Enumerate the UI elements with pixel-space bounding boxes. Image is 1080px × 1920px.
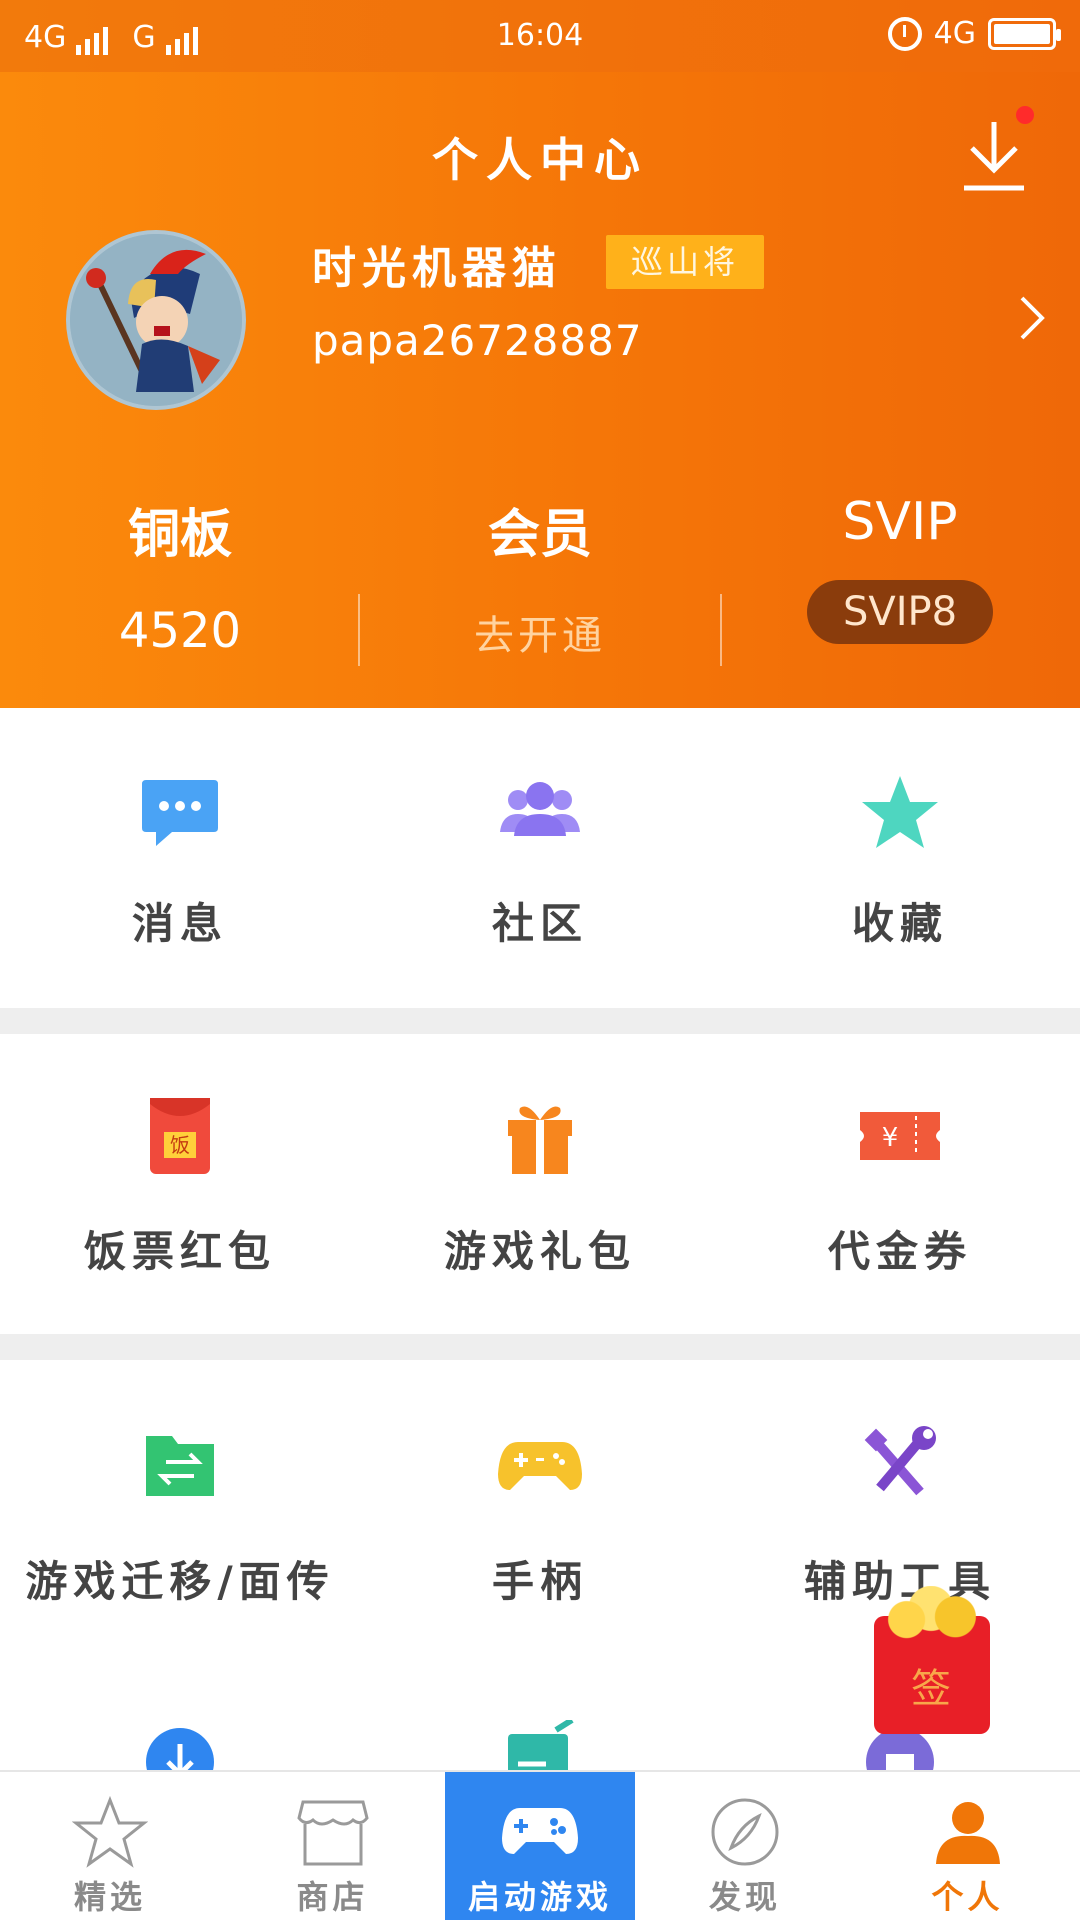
member-action[interactable]: 去开通 <box>390 603 690 661</box>
compass-icon <box>711 1798 779 1866</box>
bottom-nav: 精选 商店 启动游戏 发现 个人 <box>0 1770 1080 1920</box>
sign-in-label: 签 <box>911 1666 951 1712</box>
download-icon[interactable] <box>962 118 1026 194</box>
system-indicators: 4G <box>887 16 1061 51</box>
profile-header: 个人中心 时光机器猫 巡山将 papa26728887 铜板 4520 会员 去… <box>0 72 1080 708</box>
grid-item-gamepad[interactable]: 手柄 <box>360 1424 720 1609</box>
rank-badge: 巡山将 <box>606 235 764 289</box>
grid-item-game-gift[interactable]: 游戏礼包 <box>360 1094 720 1279</box>
grid-item-partial-download[interactable] <box>0 1720 360 1770</box>
grid-label: 手柄 <box>491 1557 588 1606</box>
username: 时光机器猫 <box>312 243 562 294</box>
grid-label: 消息 <box>131 899 228 948</box>
alarm-icon <box>887 16 922 51</box>
transfer-icon <box>146 1436 214 1496</box>
nav-item-featured[interactable]: 精选 <box>0 1772 220 1920</box>
nav-item-store[interactable]: 商店 <box>220 1772 445 1920</box>
user-id: papa26728887 <box>312 316 643 365</box>
star-outline-icon <box>72 1795 148 1868</box>
grid-label: 收藏 <box>851 899 948 948</box>
edit-card-icon <box>508 1720 574 1770</box>
nav-item-launch-game[interactable]: 启动游戏 <box>445 1772 635 1920</box>
nav-item-discover[interactable]: 发现 <box>635 1772 855 1920</box>
gamepad-icon <box>502 1808 578 1854</box>
svip-stat[interactable]: SVIP SVIP8 <box>750 492 1050 644</box>
divider <box>720 594 722 666</box>
community-icon <box>500 782 580 836</box>
battery-icon <box>988 17 1061 50</box>
status-bar: 4G G 16:04 4G <box>0 0 1080 72</box>
coins-value: 4520 <box>118 603 242 659</box>
sign-in-float-button[interactable]: 签 <box>870 1586 992 1736</box>
grid-label: 代金券 <box>827 1227 972 1276</box>
grid-item-meal-voucher[interactable]: 饭 饭票红包 <box>0 1094 360 1279</box>
grid-item-favorites[interactable]: 收藏 <box>720 770 1080 951</box>
nav-label: 启动游戏 <box>467 1878 612 1916</box>
nav-label: 精选 <box>73 1878 146 1916</box>
section-divider <box>0 1334 1080 1360</box>
store-icon <box>296 1800 369 1866</box>
nav-label: 商店 <box>296 1878 369 1916</box>
notification-dot <box>1016 106 1034 124</box>
shortcut-section-1: 消息 社区 收藏 <box>0 708 1080 1008</box>
grid-item-tools[interactable]: 辅助工具 <box>720 1424 1080 1609</box>
coupon-icon: ¥ <box>860 1112 940 1160</box>
download-circle-icon <box>146 1728 214 1770</box>
grid-item-game-transfer[interactable]: 游戏迁移/面传 <box>0 1424 360 1609</box>
grid-label: 饭票红包 <box>83 1227 276 1276</box>
page-title: 个人中心 <box>432 133 648 187</box>
grid-item-partial-edit[interactable] <box>360 1720 720 1770</box>
gamepad-icon <box>498 1442 582 1490</box>
star-icon <box>862 776 938 848</box>
grid-item-messages[interactable]: 消息 <box>0 770 360 951</box>
avatar[interactable] <box>66 230 246 410</box>
nav-item-profile[interactable]: 个人 <box>855 1772 1080 1920</box>
member-label: 会员 <box>487 505 592 565</box>
coins-stat[interactable]: 铜板 4520 <box>30 492 330 659</box>
network-type-right: 4G <box>933 16 976 51</box>
grid-label: 游戏礼包 <box>443 1227 636 1276</box>
nav-label: 个人 <box>931 1878 1004 1916</box>
svg-text:¥: ¥ <box>882 1123 899 1153</box>
grid-item-community[interactable]: 社区 <box>360 770 720 951</box>
divider <box>358 594 360 666</box>
svip-level-badge[interactable]: SVIP8 <box>807 580 993 644</box>
chevron-right-icon[interactable] <box>1016 294 1048 342</box>
section-divider <box>0 1008 1080 1034</box>
message-icon <box>142 780 218 846</box>
grid-label: 社区 <box>491 899 588 948</box>
red-envelope-icon: 饭 <box>150 1098 210 1174</box>
member-stat[interactable]: 会员 去开通 <box>390 492 690 661</box>
gift-icon <box>508 1106 572 1174</box>
svg-text:饭: 饭 <box>170 1133 190 1157</box>
svip-label: SVIP <box>842 492 958 552</box>
grid-item-coupon[interactable]: ¥ 代金券 <box>720 1094 1080 1279</box>
avatar-image <box>70 234 242 406</box>
coins-label: 铜板 <box>127 505 232 565</box>
shortcut-section-2: 饭 饭票红包 游戏礼包 ¥ 代金券 <box>0 1034 1080 1334</box>
person-icon <box>935 1802 1000 1864</box>
coins-icon <box>870 1586 992 1642</box>
tools-icon <box>864 1426 936 1496</box>
nav-label: 发现 <box>708 1878 781 1916</box>
grid-label: 游戏迁移/面传 <box>25 1557 335 1606</box>
